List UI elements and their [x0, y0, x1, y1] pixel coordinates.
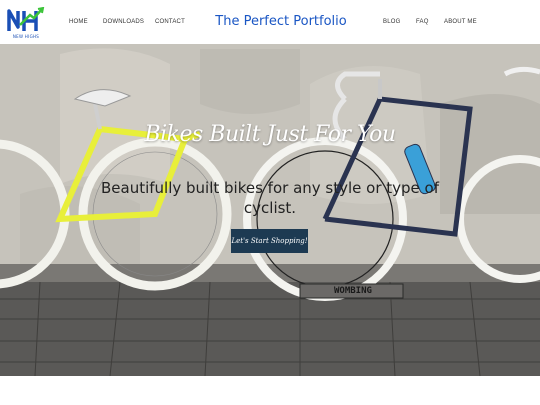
sign-text: WOMBING	[334, 286, 372, 296]
nav-faq-link[interactable]: FAQ	[416, 19, 429, 25]
hero-subtitle: Beautifully built bikes for any style or…	[100, 179, 440, 217]
page-bottom-band	[0, 376, 540, 405]
site-header: NEW HIGHS HOME DOWNLOADS CONTACT BLOG FA…	[0, 0, 540, 44]
nav-about-link[interactable]: ABOUT ME	[444, 19, 477, 25]
logo-tagline: NEW HIGHS	[12, 34, 40, 39]
nav-home-link[interactable]: HOME	[69, 19, 88, 25]
logo-icon	[7, 6, 45, 31]
hero-title: Bikes Built Just For You	[144, 122, 396, 147]
nav-blog-link[interactable]: BLOG	[383, 19, 400, 25]
site-title[interactable]: The Perfect Portfolio	[200, 14, 362, 29]
nav-downloads-link[interactable]: DOWNLOADS	[103, 19, 144, 25]
nav-contact-link[interactable]: CONTACT	[155, 19, 185, 25]
hero-banner: WOMBING Bikes Built Just For You Beautif…	[0, 44, 540, 376]
shop-cta-button[interactable]: Let's Start Shopping!	[231, 229, 308, 253]
